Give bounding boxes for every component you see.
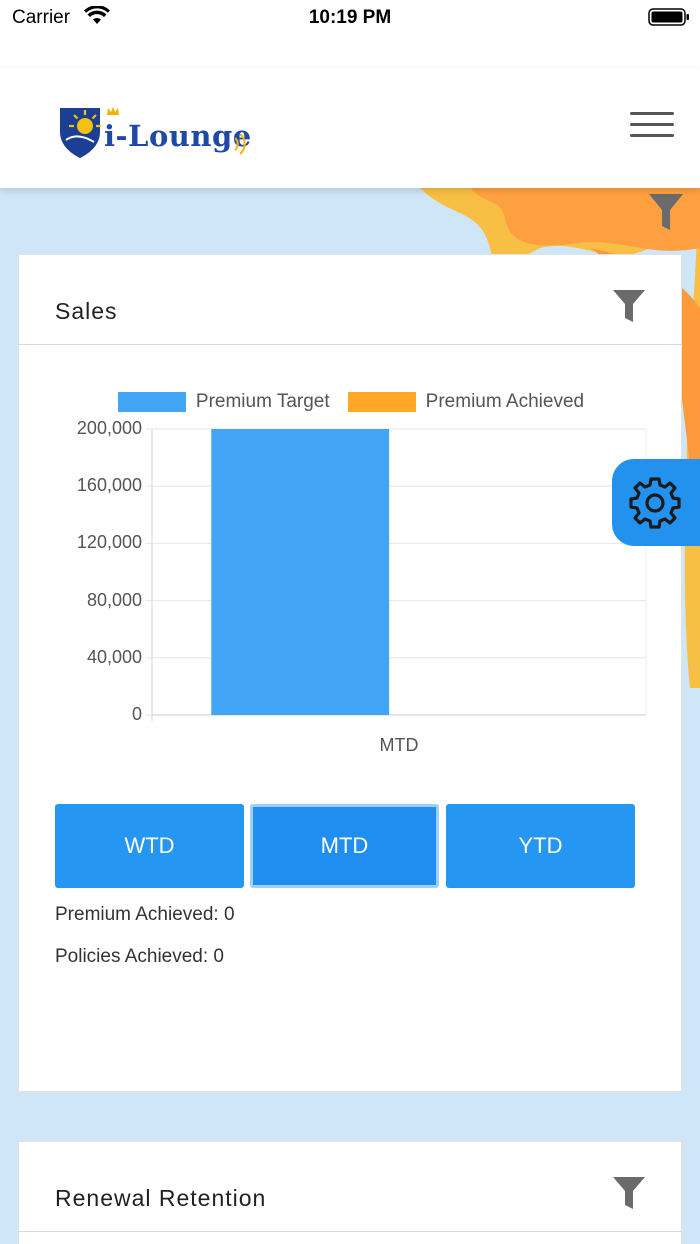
y-tick-label: 80,000 (86, 589, 142, 610)
gear-icon (629, 477, 681, 529)
sales-card: Sales Premium Target Premium Achieved 20… (18, 254, 682, 1092)
y-tick-label: 40,000 (86, 646, 142, 667)
policies-achieved-text: Policies Achieved: 0 (55, 946, 224, 967)
legend-label-target: Premium Target (195, 391, 330, 412)
y-tick-label: 0 (131, 704, 142, 724)
wtd-button[interactable]: WTD (55, 804, 244, 888)
status-bar: Carrier 10:19 PM (0, 0, 700, 68)
legend-swatch-target (117, 392, 186, 412)
y-tick-label: 160,000 (76, 475, 142, 496)
x-tick-label: MTD (379, 735, 419, 755)
clock-time: 10:19 PM (308, 7, 392, 28)
sales-bar-chart: 200,000 160,000 120,000 80,000 40,000 0 MTD (19, 415, 683, 755)
sales-card-header: Sales (19, 255, 681, 345)
settings-button[interactable] (612, 459, 700, 546)
legend-swatch-achieved (347, 392, 416, 412)
renewal-card-header: Renewal Retention (19, 1142, 681, 1232)
sales-filter-icon[interactable] (612, 289, 646, 323)
legend-label-achieved: Premium Achieved (425, 391, 585, 412)
premium-achieved-text: Premium Achieved: 0 (55, 904, 235, 925)
signal-waves-icon (234, 133, 246, 155)
mtd-button[interactable]: MTD (250, 804, 439, 888)
ytd-button[interactable]: YTD (446, 804, 635, 888)
battery-icon (648, 8, 689, 26)
hamburger-menu-icon[interactable] (630, 112, 674, 142)
page-filter-icon[interactable] (648, 193, 684, 231)
crown-icon (107, 107, 119, 115)
bar-premium-target[interactable] (211, 429, 390, 715)
y-tick-label: 200,000 (76, 418, 142, 438)
app-header: i-Lounge (0, 68, 700, 188)
renewal-filter-icon[interactable] (612, 1176, 646, 1210)
logo-shield-icon (60, 108, 101, 158)
renewal-title: Renewal Retention (55, 1185, 267, 1211)
chart-legend: Premium Target Premium Achieved (19, 391, 683, 413)
legend-item-achieved[interactable]: Premium Achieved (347, 391, 585, 413)
legend-item-target[interactable]: Premium Target (117, 391, 330, 413)
app-logo[interactable]: i-Lounge (58, 106, 258, 164)
logo-text: i-Lounge (104, 119, 252, 153)
period-button-group: WTD MTD YTD (55, 804, 635, 888)
y-tick-label: 120,000 (76, 532, 142, 553)
sales-title: Sales (55, 298, 118, 324)
renewal-retention-card: Renewal Retention (18, 1141, 682, 1244)
